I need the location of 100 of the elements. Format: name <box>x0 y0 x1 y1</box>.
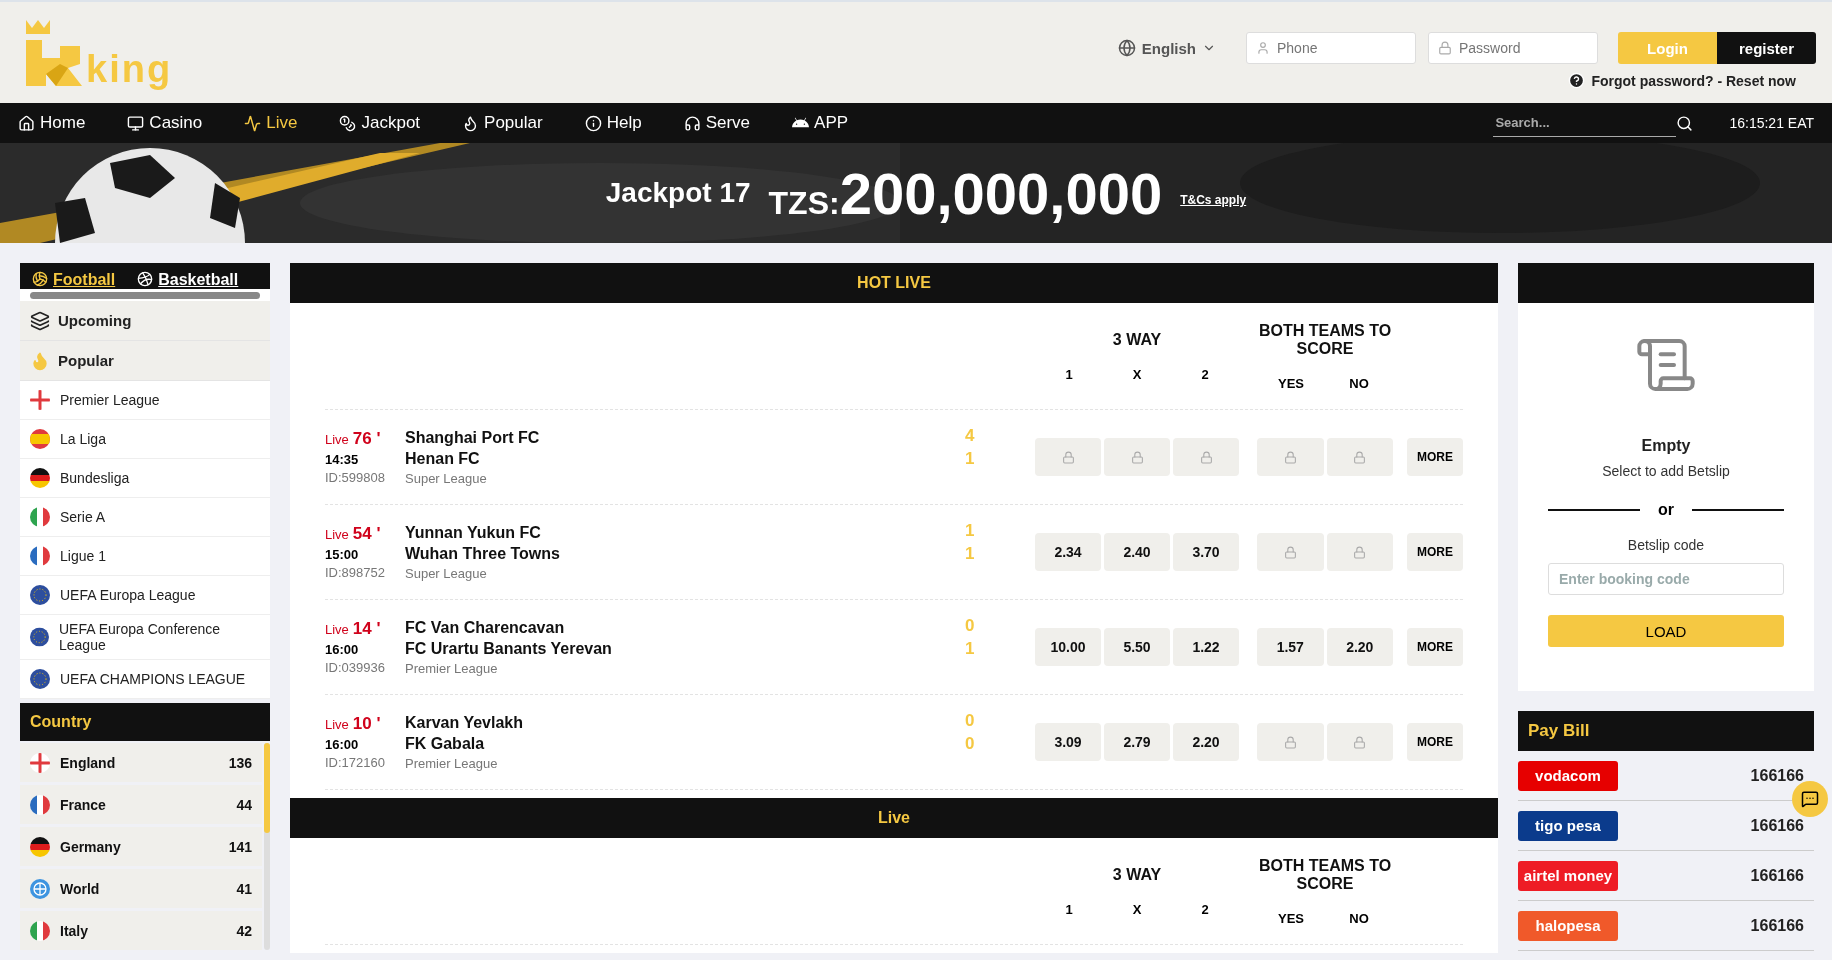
more-button[interactable]: MORE <box>1407 438 1463 476</box>
nav-item[interactable]: Popular <box>462 113 543 133</box>
more-button[interactable]: MORE <box>1407 628 1463 666</box>
or-label: or <box>1658 501 1674 519</box>
scrollbar-thumb[interactable] <box>264 743 270 833</box>
currency: TZS: <box>768 184 840 222</box>
section-header: Live <box>290 798 1498 838</box>
nav-item[interactable]: Home <box>18 113 86 133</box>
match-id: ID:898752 <box>325 565 386 580</box>
odds-button[interactable] <box>1173 438 1239 476</box>
booking-code-field[interactable]: Enter booking code <box>1548 563 1784 595</box>
live-label: Live <box>325 717 349 732</box>
logo-text: king <box>86 50 173 88</box>
phone-field[interactable]: Phone <box>1246 32 1416 64</box>
column-label: X <box>1131 901 1143 917</box>
sport-tab[interactable]: Basketball <box>137 271 239 289</box>
sport-tab[interactable]: Football <box>32 271 116 289</box>
more-button[interactable]: MORE <box>1407 723 1463 761</box>
more-button[interactable]: MORE <box>1407 533 1463 571</box>
column-label: 2 <box>1200 901 1210 917</box>
nav-item[interactable]: Jackpot <box>339 113 421 133</box>
match-id: ID:172160 <box>325 755 386 770</box>
odds-button[interactable]: 3.70 <box>1173 533 1239 571</box>
league-item[interactable]: Bundesliga <box>20 459 270 498</box>
odds-button[interactable]: 3.09 <box>1035 723 1101 761</box>
odds-button[interactable] <box>1326 533 1393 571</box>
match-id: ID:599808 <box>325 470 386 485</box>
league-item[interactable]: Premier League <box>20 381 270 420</box>
scrollbar-thumb[interactable] <box>30 291 260 299</box>
column-label: NO <box>1348 375 1370 391</box>
live-label: Live <box>325 622 349 637</box>
column-label: 2 <box>1200 366 1210 382</box>
flag-icon <box>30 507 50 527</box>
flag-icon <box>30 836 50 857</box>
team-name: FC Urartu Banants Yerevan <box>405 639 613 658</box>
nav-item[interactable]: Help <box>584 113 642 133</box>
register-button[interactable]: register <box>1717 32 1816 64</box>
league-item[interactable]: UEFA CHAMPIONS LEAGUE <box>20 660 270 699</box>
odds-button[interactable] <box>1326 438 1393 476</box>
team-name: Henan FC <box>405 449 481 468</box>
sidebar-item[interactable]: Upcoming <box>20 301 270 341</box>
search-field[interactable]: Search... <box>1493 109 1677 137</box>
nav-item[interactable]: Serve <box>683 113 751 133</box>
flag-icon <box>30 920 50 941</box>
sidebar-item[interactable]: Popular <box>20 341 270 381</box>
odds-button[interactable]: 1.22 <box>1173 628 1239 666</box>
help-icon <box>1568 72 1586 89</box>
league-item[interactable]: UEFA Europa League <box>20 576 270 615</box>
load-button[interactable]: LOAD <box>1548 615 1784 647</box>
odds-button[interactable]: 2.20 <box>1326 628 1393 666</box>
provider-logo: halopesa <box>1518 910 1618 941</box>
odds-button[interactable]: 5.50 <box>1104 628 1170 666</box>
odds-button[interactable] <box>1035 438 1101 476</box>
lock-icon <box>1353 450 1367 464</box>
clock: 16:15:21 EAT <box>1729 115 1814 131</box>
country-item[interactable]: England 136 <box>20 743 262 782</box>
odds-button[interactable] <box>1257 723 1324 761</box>
odds-button[interactable]: 1.57 <box>1257 628 1324 666</box>
match-minute: 54 ' <box>352 524 381 544</box>
column-label: NO <box>1348 910 1370 926</box>
team-name: FC Van Charencavan <box>405 618 566 637</box>
score: 1 <box>965 544 976 564</box>
odds-button[interactable]: 2.20 <box>1173 723 1239 761</box>
league-name: Premier League <box>405 755 499 771</box>
match-minute: 14 ' <box>352 619 381 639</box>
league-item[interactable]: Serie A <box>20 498 270 537</box>
team-name: FK Gabala <box>405 734 486 753</box>
live-label: Live <box>325 432 349 447</box>
odds-button[interactable]: 2.79 <box>1104 723 1170 761</box>
league-item[interactable]: UEFA Europa Conference League <box>20 615 270 660</box>
country-item[interactable]: France 44 <box>20 785 262 824</box>
nav-item[interactable]: Casino <box>127 113 203 133</box>
password-field[interactable]: Password <box>1428 32 1598 64</box>
odds-button[interactable] <box>1104 438 1170 476</box>
country-item[interactable]: Italy 42 <box>20 911 262 950</box>
language-selector[interactable]: English <box>1111 38 1222 58</box>
odds-button[interactable]: 10.00 <box>1035 628 1101 666</box>
odds-button[interactable] <box>1257 438 1324 476</box>
nav-item[interactable]: APP <box>792 113 849 133</box>
lock-icon <box>1130 450 1144 464</box>
odds-button[interactable]: 2.40 <box>1104 533 1170 571</box>
country-item[interactable]: Germany 141 <box>20 827 262 866</box>
provider-logo: airtel money <box>1518 860 1618 891</box>
odds-button[interactable] <box>1326 723 1393 761</box>
league-name: Premier League <box>405 660 499 676</box>
chat-button[interactable] <box>1792 781 1828 817</box>
league-item[interactable]: Ligue 1 <box>20 537 270 576</box>
country-item[interactable]: World 41 <box>20 869 262 908</box>
reset-password-link[interactable]: Forgot password? - Reset now <box>1568 72 1796 89</box>
league-item[interactable]: La Liga <box>20 420 270 459</box>
odds-button[interactable]: 2.34 <box>1035 533 1101 571</box>
nav-item[interactable]: Live <box>244 113 298 133</box>
match-time: 16:00 <box>325 737 360 752</box>
odds-button[interactable] <box>1257 533 1324 571</box>
flag-icon <box>30 585 50 605</box>
terms-link[interactable]: T&Cs apply <box>1180 193 1247 207</box>
column-group-title: BOTH TEAMS TO SCORE <box>1257 856 1393 893</box>
live-label: Live <box>325 527 349 542</box>
column-label: 1 <box>1064 366 1074 382</box>
basketball-icon <box>137 271 154 287</box>
